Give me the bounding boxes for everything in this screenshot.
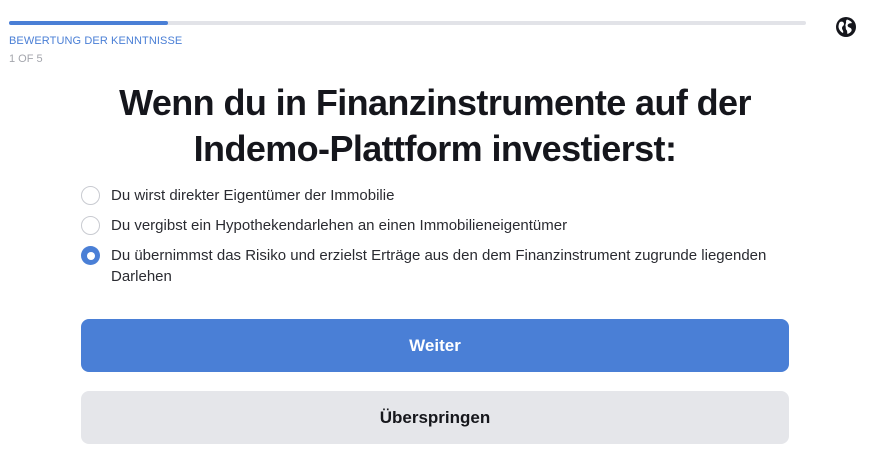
radio-button-checked[interactable]: [81, 246, 100, 265]
answer-option[interactable]: Du übernimmst das Risiko und erzielst Er…: [81, 245, 791, 287]
answer-option[interactable]: Du wirst direkter Eigentümer der Immobil…: [81, 185, 791, 206]
radio-button[interactable]: [81, 216, 100, 235]
answer-options: Du wirst direkter Eigentümer der Immobil…: [81, 185, 791, 296]
next-button[interactable]: Weiter: [81, 319, 789, 372]
progress-bar: [9, 21, 806, 25]
radio-button[interactable]: [81, 186, 100, 205]
section-title: BEWERTUNG DER KENNTNISSE: [9, 35, 183, 47]
step-counter: 1 OF 5: [9, 53, 43, 65]
skip-button[interactable]: Überspringen: [81, 391, 789, 444]
progress-bar-fill: [9, 21, 169, 25]
question-title: Wenn du in Finanzinstrumente auf der Ind…: [119, 82, 751, 169]
answer-option[interactable]: Du vergibst ein Hypothekendarlehen an ei…: [81, 215, 791, 236]
globe-icon[interactable]: [835, 16, 857, 38]
answer-option-label: Du übernimmst das Risiko und erzielst Er…: [111, 247, 767, 285]
answer-option-label: Du vergibst ein Hypothekendarlehen an ei…: [111, 217, 568, 234]
answer-option-label: Du wirst direkter Eigentümer der Immobil…: [111, 187, 395, 204]
